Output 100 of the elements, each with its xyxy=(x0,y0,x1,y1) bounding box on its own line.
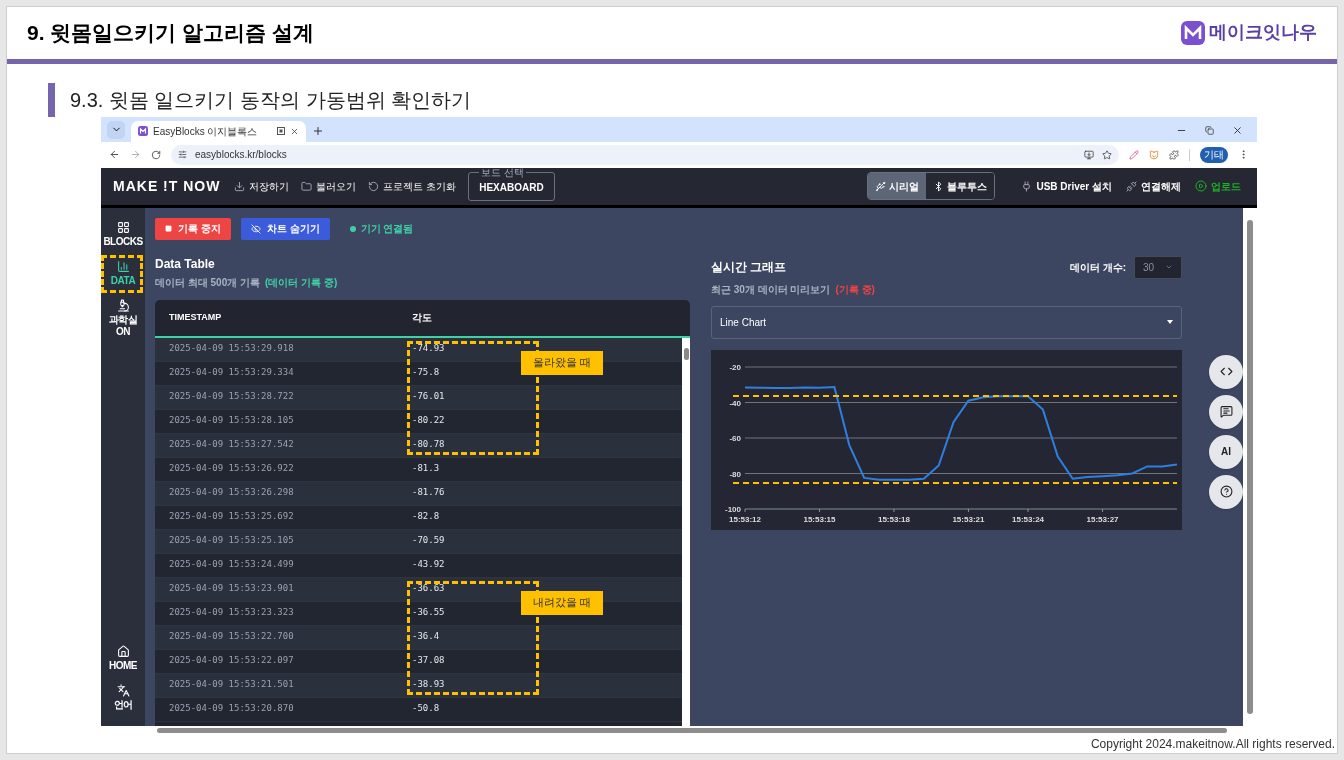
table-cell-text: 2025-04-09 15:53:21.501 xyxy=(168,678,295,692)
chart-icon xyxy=(116,259,130,273)
close-icon[interactable] xyxy=(290,126,299,136)
table-cell: -38.93 xyxy=(412,678,445,692)
eye-off-icon xyxy=(250,223,261,234)
table-cell-text: 2025-04-09 15:53:27.542 xyxy=(168,438,295,452)
count-label: 데이터 개수: xyxy=(1069,260,1126,275)
tab-title: EasyBlocks 이지블록스 xyxy=(153,124,259,139)
callout-label: 내려갔을 때 xyxy=(521,590,604,615)
table-cell: -36.63 xyxy=(412,582,445,596)
table-cell-text: 2025-04-09 15:53:26.922 xyxy=(168,462,295,476)
column-header: TIMESTAMP xyxy=(168,310,223,324)
floating-button[interactable] xyxy=(1209,354,1243,389)
table-cell-text: 2025-04-09 15:53:29.334 xyxy=(168,366,295,380)
plug-icon xyxy=(1021,180,1033,192)
board-select[interactable]: 보드 선택 HEXABOARD xyxy=(468,167,555,201)
table-cell-text: 2025-04-09 15:53:24.499 xyxy=(168,558,295,572)
qr-icon xyxy=(277,127,285,136)
y-tick-label: -40 xyxy=(729,398,741,408)
connection-tab[interactable]: 시리얼 xyxy=(868,173,927,200)
table-cell: -82.8 xyxy=(412,510,440,524)
sidebar-item[interactable]: HOME xyxy=(101,642,145,675)
toolbar-button[interactable]: 저장하기 xyxy=(234,178,290,194)
back-icon[interactable] xyxy=(109,149,120,161)
count-select[interactable]: 30 xyxy=(1134,255,1182,279)
sidebar-item[interactable]: 과학실 ON xyxy=(101,295,145,341)
table-cell: -37.08 xyxy=(412,654,445,668)
y-tick-label: -60 xyxy=(729,433,741,443)
board-select-label: 보드 선택 xyxy=(480,167,525,178)
home-icon xyxy=(116,645,130,658)
microscope-icon xyxy=(116,298,130,312)
chat-icon xyxy=(1219,405,1233,419)
y-tick-label: -20 xyxy=(729,362,741,372)
logo-text: 메이크잇나우 xyxy=(1209,21,1317,45)
table-cell: -36.55 xyxy=(412,606,445,620)
action-button[interactable]: USB Driver 설치 xyxy=(1021,178,1112,194)
table-cell-text: 2025-04-09 15:53:26.298 xyxy=(168,486,295,500)
table-cell-text: 2025-04-09 15:53:23.901 xyxy=(168,582,295,596)
action-button[interactable]: 업로드 xyxy=(1195,178,1241,194)
table-cell: -80.22 xyxy=(412,414,445,428)
table-cell: -76.01 xyxy=(412,390,445,404)
table-cell: -70.59 xyxy=(412,534,445,548)
section-subtitle: 데이터 최대 500개 기록 xyxy=(155,275,261,290)
y-tick-label: -80 xyxy=(729,469,741,479)
table-cell-text: 2025-04-09 15:53:22.700 xyxy=(168,630,295,644)
usb-icon xyxy=(875,180,887,192)
slide-title: 9. 윗몸일으키기 알고리즘 설계 xyxy=(27,20,315,47)
copyright-text: Copyright 2024.makeitnow.All rights reserved. xyxy=(1090,736,1335,753)
table-cell-text: 2025-04-09 15:53:29.918 xyxy=(168,342,295,356)
install-icon[interactable] xyxy=(1084,149,1094,160)
table-cell: -43.92 xyxy=(412,558,445,572)
action-button[interactable]: 연결해제 xyxy=(1126,178,1181,194)
x-tick-label: 15:53:12 xyxy=(729,514,761,524)
y-tick-label: -100 xyxy=(725,504,741,514)
restore-icon[interactable] xyxy=(1205,125,1214,135)
logo-icon xyxy=(1181,20,1205,45)
toolbar-button[interactable]: 프로젝트 초기화 xyxy=(368,178,457,194)
extensions-icon[interactable] xyxy=(1169,149,1179,160)
table-cell: -75.8 xyxy=(412,366,440,380)
table-cell: -81.76 xyxy=(412,486,445,500)
close-icon[interactable] xyxy=(1232,124,1243,136)
table-cell-text: 2025-04-09 15:53:25.692 xyxy=(168,510,295,524)
accent-bar xyxy=(48,82,55,117)
recording-note: (데이터 기록 중) xyxy=(265,275,338,290)
unplug-icon xyxy=(1126,180,1137,192)
toolbar-button[interactable]: 불러오기 xyxy=(301,178,357,194)
floating-button[interactable] xyxy=(1209,394,1243,429)
recording-note: (기록 중) xyxy=(835,282,875,297)
site-settings-icon[interactable] xyxy=(178,150,187,160)
x-tick-label: 15:53:21 xyxy=(952,514,985,524)
table-cell-text: 2025-04-09 15:53:28.105 xyxy=(168,414,295,428)
app-logo: MAKE !T NOW xyxy=(113,176,221,196)
chart-type-select[interactable]: Line Chart xyxy=(711,305,1182,339)
browser-tab[interactable]: EasyBlocks 이지블록스 xyxy=(131,120,306,142)
floating-button[interactable] xyxy=(1209,474,1243,509)
tab-list-button[interactable] xyxy=(107,120,125,139)
profile-avatar[interactable]: 기태 xyxy=(1200,146,1228,163)
bookmark-icon[interactable] xyxy=(1102,149,1112,160)
table-cell-text: 2025-04-09 15:53:20.870 xyxy=(168,702,295,716)
reload-icon[interactable] xyxy=(151,149,161,160)
table-cell: -36.4 xyxy=(412,630,440,644)
blocks-icon xyxy=(116,220,130,234)
hide-chart-button[interactable]: 차트 숨기기 xyxy=(240,217,330,240)
table-cell: -74.93 xyxy=(412,342,445,356)
table-cell: -81.3 xyxy=(412,462,440,476)
stop-button[interactable]: 기록 중지 xyxy=(155,217,231,240)
new-tab-icon[interactable] xyxy=(312,124,324,137)
section-subtitle: 최근 30개 데이터 미리보기 xyxy=(711,282,831,297)
ai-button[interactable]: AI xyxy=(1209,434,1243,469)
x-tick-label: 15:53:24 xyxy=(1012,514,1045,524)
site-icon xyxy=(138,126,148,137)
caret-icon xyxy=(1167,320,1173,325)
address-bar[interactable]: easyblocks.kr/blocks xyxy=(171,144,1119,165)
table-cell-text: 2025-04-09 15:53:23.323 xyxy=(168,606,295,620)
section-heading: 9.3. 윗몸 일으키기 동작의 가동범위 확인하기 xyxy=(70,87,472,113)
section-title: 실시간 그래프 xyxy=(711,259,787,277)
status-text: 기기 연결됨 xyxy=(360,222,414,237)
x-tick-label: 15:53:15 xyxy=(803,514,836,524)
sidebar-item[interactable]: BLOCKS xyxy=(101,217,145,251)
sidebar-item[interactable]: 언어 xyxy=(101,681,145,714)
